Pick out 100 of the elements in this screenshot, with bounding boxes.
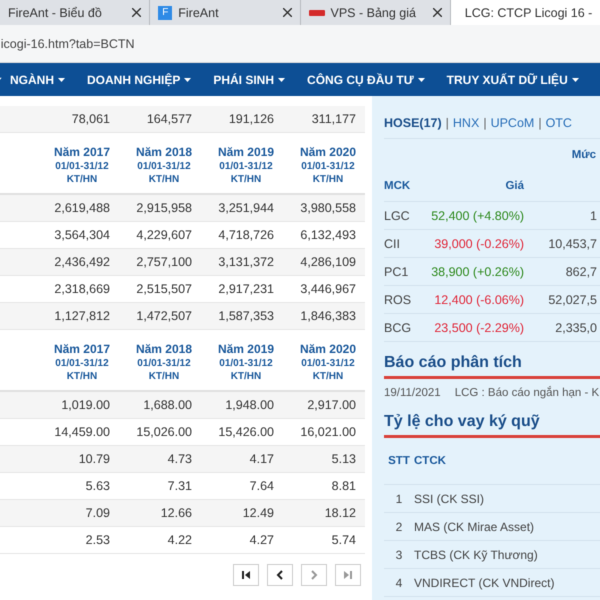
nav-menu-item[interactable]: TRUY XUẤT DỮ LIỆU <box>436 72 591 86</box>
volume-cell-text: 862,7 <box>564 264 597 278</box>
period-label: 01/01-31/12 <box>219 358 273 369</box>
column-header: MCK <box>384 180 412 192</box>
table-cell-text: 7.09 <box>84 506 110 520</box>
ticker-cell[interactable]: LGC <box>384 208 424 222</box>
nav-menu-item[interactable]: DOANH NGHIỆP <box>77 72 204 86</box>
table-cell-text: 5.13 <box>330 452 356 466</box>
table-cell-text: 1,948.00 <box>224 398 274 412</box>
table-cell-text: 2,915,958 <box>135 201 192 215</box>
period-label: 01/01-31/12 <box>301 358 355 369</box>
table-cell-text: 3 <box>394 548 404 562</box>
exchange-link[interactable]: UPCoM <box>490 116 534 130</box>
report-date: 19/11/2021 <box>384 387 441 399</box>
broker-cell-text: SSI (CK SSI) <box>414 492 486 506</box>
table-cell-text: 1,587,353 <box>217 309 274 323</box>
volume-cell-text: 1 <box>589 208 597 222</box>
table-cell-text: 3,980,558 <box>299 201 356 215</box>
table-cell-text: 164,577 <box>146 112 192 126</box>
table-cell-text: 5.63 <box>84 479 110 493</box>
column-header: Năm 2017 <box>54 145 110 159</box>
table-cell-text: 1,127,812 <box>53 309 110 323</box>
table-cell-text: 16,021.00 <box>299 425 356 439</box>
volume-cell-text: 10,453,7 <box>547 236 597 250</box>
exchange-link[interactable]: OTC <box>546 116 572 130</box>
ticker-cell[interactable]: PC1 <box>384 264 424 278</box>
period-label: 01/01-31/12 <box>55 161 109 172</box>
table-cell-text: 1,472,507 <box>135 309 192 323</box>
column-header: Năm 2019 <box>218 342 274 356</box>
period-label: 01/01-31/12 <box>137 161 191 172</box>
vps-logo-icon <box>308 8 324 16</box>
close-icon[interactable] <box>132 8 142 17</box>
column-header: CTCK <box>414 455 447 467</box>
address-bar[interactable]: licogi-16.htm?tab=BCTN <box>0 36 135 50</box>
table-cell-text: 4 <box>394 576 404 590</box>
ticker-cell[interactable]: CII <box>384 236 424 250</box>
nav-menu-item[interactable]: NGÀNH <box>0 72 77 86</box>
report-type-label: KT/HN <box>66 371 98 382</box>
table-cell-text: 4,286,109 <box>299 255 356 269</box>
pagination-button[interactable] <box>233 564 259 586</box>
price-cell-text: 39,000 (-0.26%) <box>433 236 524 250</box>
caret-icon <box>418 78 425 82</box>
exchange-link[interactable]: HOSE(17) <box>384 116 442 130</box>
table-cell-text: 1,688.00 <box>142 398 192 412</box>
caret-icon <box>184 78 192 82</box>
section-title: Tỷ lệ cho vay ký quỹ <box>384 401 600 438</box>
exchange-link[interactable]: HNX <box>452 116 480 130</box>
report-type-label: KT/HN <box>148 371 180 382</box>
table-cell-text: 1,019.00 <box>60 398 110 412</box>
previous-page-icon <box>275 570 285 580</box>
nav-menu-item[interactable]: PHÁI SINH <box>203 72 298 86</box>
table-cell-text: 4.73 <box>166 452 192 466</box>
last-page-icon <box>343 570 353 580</box>
broker-cell-text: MAS (CK Mirae Asset) <box>414 520 536 534</box>
column-header: Năm 2020 <box>300 145 356 159</box>
table-cell-text: 4,229,607 <box>135 228 192 242</box>
table-cell-text: 5.74 <box>330 533 356 547</box>
table-cell-text: 6,132,493 <box>299 228 356 242</box>
close-icon[interactable] <box>432 8 442 17</box>
table-cell-text: 3,446,967 <box>299 282 356 296</box>
column-group-header: Mức <box>570 148 597 163</box>
table-cell-text: 18.12 <box>324 506 356 520</box>
first-page-icon <box>241 570 251 580</box>
table-cell-text: 15,426.00 <box>217 425 274 439</box>
separator: | <box>483 116 487 130</box>
table-cell-text: 4,718,726 <box>217 228 274 242</box>
separator: | <box>446 116 449 130</box>
browser-tab[interactable]: LCG: CTCP Licogi 16 - <box>450 0 600 25</box>
table-cell-text: 3,564,304 <box>53 228 110 242</box>
report-type-label: KT/HN <box>148 174 180 185</box>
caret-icon <box>572 78 579 82</box>
caret-icon <box>278 78 286 82</box>
broker-cell-text: VNDIRECT (CK VNDirect) <box>414 576 556 590</box>
table-cell-text: 8.81 <box>330 479 356 493</box>
period-label: 01/01-31/12 <box>137 358 191 369</box>
nav-menu-item[interactable]: CÔNG CỤ ĐẦU TƯ <box>297 72 437 86</box>
table-cell-text: 4.17 <box>248 452 274 466</box>
volume-cell-text: 2,335,0 <box>554 320 597 334</box>
table-cell-text: 12.49 <box>242 506 274 520</box>
table-cell-text: 4.27 <box>248 533 274 547</box>
table-cell-text: 1 <box>394 492 404 506</box>
report-type-label: KT/HN <box>230 174 262 185</box>
table-cell-text: 7.64 <box>248 479 274 493</box>
table-cell-text: 2,515,507 <box>135 282 192 296</box>
column-header: Năm 2017 <box>54 342 110 356</box>
ticker-cell[interactable]: BCG <box>384 320 424 334</box>
column-header: Năm 2018 <box>136 145 192 159</box>
table-cell-text: 14,459.00 <box>53 425 110 439</box>
table-cell-text: 10.79 <box>78 452 110 466</box>
period-label: 01/01-31/12 <box>55 358 109 369</box>
table-cell-text: 2,917,231 <box>217 282 274 296</box>
volume-cell-text: 52,027,5 <box>547 292 597 306</box>
close-icon[interactable] <box>282 8 292 17</box>
table-cell-text: 78,061 <box>70 112 110 126</box>
section-title: Báo cáo phân tích <box>384 342 600 379</box>
pagination-button[interactable] <box>267 564 293 586</box>
ticker-cell[interactable]: ROS <box>384 292 424 306</box>
table-cell-text: 2,757,100 <box>135 255 192 269</box>
table-cell-text: 2,436,492 <box>53 255 110 269</box>
report-link[interactable]: LCG : Báo cáo ngắn hạn - K <box>454 387 600 399</box>
